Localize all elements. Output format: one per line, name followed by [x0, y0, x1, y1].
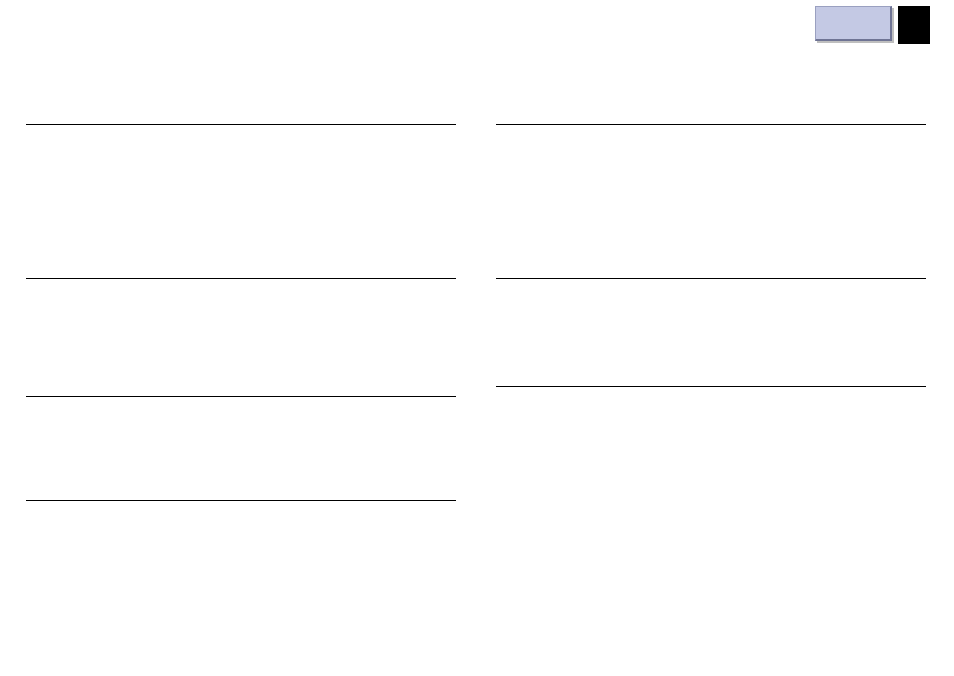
right-section-1 [496, 124, 926, 278]
content-columns [26, 80, 926, 501]
right-section-2 [496, 278, 926, 386]
toolbar-button[interactable] [815, 6, 892, 41]
left-section-2 [26, 278, 456, 396]
header-toolbar [815, 6, 930, 44]
side-tab[interactable] [898, 6, 930, 44]
left-section-4 [26, 500, 456, 501]
left-section-1 [26, 124, 456, 278]
right-section-3 [496, 386, 926, 387]
left-column [26, 80, 456, 501]
left-section-0 [26, 80, 456, 124]
right-column [496, 80, 926, 501]
right-section-0 [496, 80, 926, 124]
left-section-3 [26, 396, 456, 500]
